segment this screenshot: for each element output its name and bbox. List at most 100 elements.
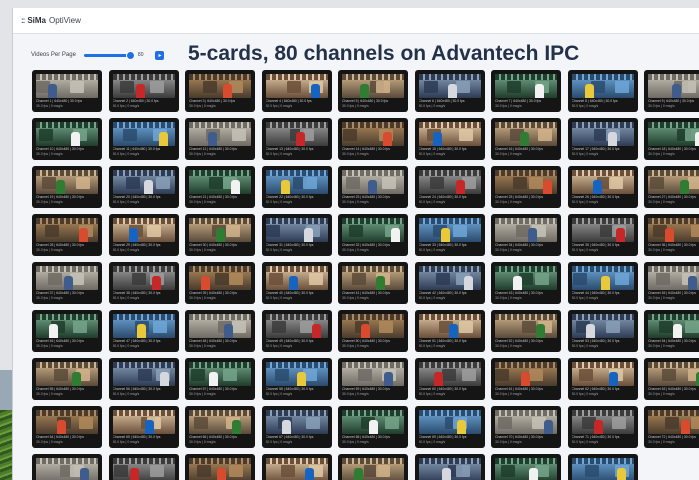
video-tile[interactable]: Channel 17 | 640x480 | 30.0 fps 30.0 fps …	[567, 118, 638, 160]
video-tile[interactable]: Channel 14 | 640x480 | 30.0 fps 30.0 fps …	[338, 118, 408, 160]
video-tile[interactable]: Channel 27 | 640x480 | 30.0 fps 30.0 fps …	[644, 166, 699, 208]
video-tile[interactable]: Channel 52 | 640x480 | 30.0 fps 30.0 fps …	[491, 310, 561, 352]
video-tile[interactable]: Channel 53 | 640x480 | 30.0 fps 30.0 fps …	[567, 310, 638, 352]
channel-caption: Channel 56 | 640x480 | 30.0 fps	[112, 387, 161, 391]
video-tile[interactable]: Channel 54 | 640x480 | 30.0 fps 30.0 fps …	[644, 310, 699, 352]
video-tile[interactable]: Channel 38 | 640x480 | 30.0 fps 30.0 fps …	[108, 262, 179, 304]
video-tile[interactable]: Channel 62 | 640x480 | 30.0 fps 30.0 fps …	[567, 358, 638, 400]
video-tile[interactable]: Channel 46 | 640x480 | 30.0 fps 30.0 fps …	[32, 310, 102, 352]
video-tile[interactable]: Channel 68 | 640x480 | 30.0 fps 30.0 fps …	[338, 406, 408, 448]
video-tile[interactable]: Channel 69 | 640x480 | 30.0 fps 30.0 fps …	[414, 406, 485, 448]
video-tile[interactable]: Channel 15 | 640x480 | 30.0 fps 30.0 fps …	[414, 118, 485, 160]
channel-stats: 30.0 fps | 0 msg/s	[265, 440, 293, 445]
video-tile[interactable]: Channel 5 | 640x480 | 30.0 fps 30.0 fps |…	[338, 70, 408, 112]
slider-thumb[interactable]	[125, 50, 135, 60]
video-tile[interactable]: Channel 23 | 640x480 | 30.0 fps 30.0 fps …	[338, 166, 408, 208]
video-tile[interactable]: Channel 26 | 640x480 | 30.0 fps 30.0 fps …	[567, 166, 638, 208]
video-tile[interactable]: Channel 49 | 640x480 | 30.0 fps 30.0 fps …	[261, 310, 332, 352]
video-tile[interactable]: Channel 32 | 640x480 | 30.0 fps 30.0 fps …	[338, 214, 408, 256]
video-tile[interactable]: Channel 61 | 640x480 | 30.0 fps 30.0 fps …	[491, 358, 561, 400]
video-tile[interactable]: Channel 67 | 640x480 | 30.0 fps 30.0 fps …	[261, 406, 332, 448]
channel-stats: 30.0 fps | 0 msg/s	[342, 296, 369, 301]
video-tile[interactable]: Channel 2 | 640x480 | 30.0 fps 30.0 fps |…	[108, 70, 179, 112]
video-tile[interactable]: Channel 9 | 640x480 | 30.0 fps 30.0 fps |…	[644, 70, 699, 112]
video-tile[interactable]: Channel 19 | 640x480 | 30.0 fps 30.0 fps …	[32, 166, 102, 208]
video-thumbnail	[342, 314, 404, 338]
channel-stats: 30.0 fps | 0 msg/s	[418, 296, 446, 301]
video-tile[interactable]: Channel 77 | 640x480 | 30.0 fps30.0 fps …	[338, 454, 408, 480]
video-thumbnail	[495, 410, 557, 434]
channel-caption: Channel 21 | 640x480 | 30.0 fps	[189, 195, 237, 199]
app-name: OptiView	[49, 16, 81, 25]
video-tile[interactable]: Channel 8 | 640x480 | 30.0 fps 30.0 fps |…	[567, 70, 638, 112]
channel-caption: Channel 46 | 640x480 | 30.0 fps	[36, 339, 84, 343]
video-tile[interactable]: Channel 78 | 640x480 | 30.0 fps30.0 fps …	[414, 454, 485, 480]
video-tile[interactable]: Channel 12 | 640x480 | 30.0 fps 30.0 fps …	[185, 118, 255, 160]
video-tile[interactable]: Channel 66 | 640x480 | 30.0 fps 30.0 fps …	[185, 406, 255, 448]
background-plant	[0, 410, 12, 480]
video-tile[interactable]: Channel 42 | 640x480 | 30.0 fps 30.0 fps …	[414, 262, 485, 304]
video-tile[interactable]: Channel 80 | 640x480 | 30.0 fps30.0 fps …	[567, 454, 638, 480]
video-tile[interactable]: Channel 39 | 640x480 | 30.0 fps 30.0 fps …	[185, 262, 255, 304]
sima-logo[interactable]: :: SiMa OptiView	[21, 16, 81, 25]
video-tile[interactable]: Channel 45 | 640x480 | 30.0 fps 30.0 fps …	[644, 262, 699, 304]
video-tile[interactable]: Channel 63 | 640x480 | 30.0 fps 30.0 fps …	[644, 358, 699, 400]
video-tile[interactable]: Channel 36 | 640x480 | 30.0 fps 30.0 fps …	[644, 214, 699, 256]
video-tile[interactable]: Channel 31 | 640x480 | 30.0 fps 30.0 fps …	[261, 214, 332, 256]
video-tile[interactable]: Channel 75 | 640x480 | 30.0 fps30.0 fps …	[185, 454, 255, 480]
video-tile[interactable]: Channel 30 | 640x480 | 30.0 fps 30.0 fps …	[185, 214, 255, 256]
video-thumbnail	[571, 170, 634, 194]
video-tile[interactable]: Channel 35 | 640x480 | 30.0 fps 30.0 fps …	[567, 214, 638, 256]
video-tile[interactable]: Channel 48 | 640x480 | 30.0 fps 30.0 fps …	[185, 310, 255, 352]
video-tile[interactable]: Channel 57 | 640x480 | 30.0 fps 30.0 fps …	[185, 358, 255, 400]
video-tile[interactable]: Channel 3 | 640x480 | 30.0 fps 30.0 fps |…	[185, 70, 255, 112]
video-tile[interactable]: Channel 51 | 640x480 | 30.0 fps 30.0 fps …	[414, 310, 485, 352]
video-tile[interactable]: Channel 7 | 640x480 | 30.0 fps 30.0 fps |…	[491, 70, 561, 112]
video-tile[interactable]: Channel 71 | 640x480 | 30.0 fps 30.0 fps …	[567, 406, 638, 448]
video-tile[interactable]: Channel 72 | 640x480 | 30.0 fps 30.0 fps …	[644, 406, 699, 448]
video-tile[interactable]: Channel 33 | 640x480 | 30.0 fps 30.0 fps …	[414, 214, 485, 256]
video-tile[interactable]: Channel 29 | 640x480 | 30.0 fps 30.0 fps …	[108, 214, 179, 256]
video-tile[interactable]: Channel 56 | 640x480 | 30.0 fps 30.0 fps …	[108, 358, 179, 400]
channel-caption: Channel 49 | 640x480 | 30.0 fps	[265, 339, 314, 343]
video-tile[interactable]: Channel 18 | 640x480 | 30.0 fps 30.0 fps …	[644, 118, 699, 160]
video-tile[interactable]: Channel 4 | 640x480 | 30.0 fps 30.0 fps |…	[261, 70, 332, 112]
video-thumbnail	[265, 362, 328, 386]
video-tile[interactable]: Channel 6 | 640x480 | 30.0 fps 30.0 fps |…	[414, 70, 485, 112]
video-tile[interactable]: Channel 40 | 640x480 | 30.0 fps 30.0 fps …	[261, 262, 332, 304]
video-tile[interactable]: Channel 70 | 640x480 | 30.0 fps 30.0 fps …	[491, 406, 561, 448]
video-tile[interactable]: Channel 13 | 640x480 | 30.0 fps 30.0 fps …	[261, 118, 332, 160]
video-tile[interactable]: Channel 79 | 640x480 | 30.0 fps30.0 fps …	[491, 454, 561, 480]
video-tile[interactable]: Channel 11 | 640x480 | 30.0 fps 30.0 fps …	[108, 118, 179, 160]
video-tile[interactable]: Channel 37 | 640x480 | 30.0 fps 30.0 fps …	[32, 262, 102, 304]
video-tile[interactable]: Channel 22 | 640x480 | 30.0 fps 30.0 fps …	[261, 166, 332, 208]
video-tile[interactable]: Channel 64 | 640x480 | 30.0 fps 30.0 fps …	[32, 406, 102, 448]
video-tile[interactable]: Channel 34 | 640x480 | 30.0 fps 30.0 fps …	[491, 214, 561, 256]
video-tile[interactable]: Channel 41 | 640x480 | 30.0 fps 30.0 fps …	[338, 262, 408, 304]
video-tile[interactable]: Channel 44 | 640x480 | 30.0 fps 30.0 fps …	[567, 262, 638, 304]
video-tile[interactable]: Channel 28 | 640x480 | 30.0 fps 30.0 fps …	[32, 214, 102, 256]
video-tile[interactable]: Channel 1 | 640x480 | 30.0 fps 30.0 fps |…	[32, 70, 102, 112]
video-tile[interactable]: Channel 47 | 640x480 | 30.0 fps 30.0 fps …	[108, 310, 179, 352]
video-tile[interactable]: Channel 43 | 640x480 | 30.0 fps 30.0 fps …	[491, 262, 561, 304]
video-tile[interactable]: Channel 25 | 640x480 | 30.0 fps 30.0 fps …	[491, 166, 561, 208]
channel-stats: 30.0 fps | 0 msg/s	[189, 344, 216, 349]
video-tile[interactable]: Channel 60 | 640x480 | 30.0 fps 30.0 fps …	[414, 358, 485, 400]
videos-per-page-slider[interactable]	[83, 50, 135, 60]
video-tile[interactable]: Channel 73 | 640x480 | 30.0 fps30.0 fps …	[32, 454, 102, 480]
apply-button[interactable]: ▸	[155, 50, 165, 60]
video-tile[interactable]: Channel 65 | 640x480 | 30.0 fps 30.0 fps …	[108, 406, 179, 448]
video-tile[interactable]: Channel 24 | 640x480 | 30.0 fps 30.0 fps …	[414, 166, 485, 208]
video-tile[interactable]: Channel 16 | 640x480 | 30.0 fps 30.0 fps …	[491, 118, 561, 160]
channel-stats: 30.0 fps | 0 msg/s	[189, 104, 216, 109]
video-tile[interactable]: Channel 21 | 640x480 | 30.0 fps 30.0 fps …	[185, 166, 255, 208]
video-tile[interactable]: Channel 74 | 640x480 | 30.0 fps30.0 fps …	[108, 454, 179, 480]
video-tile[interactable]: Channel 55 | 640x480 | 30.0 fps 30.0 fps …	[32, 358, 102, 400]
video-tile[interactable]: Channel 76 | 640x480 | 30.0 fps30.0 fps …	[261, 454, 332, 480]
video-tile[interactable]: Channel 10 | 640x480 | 30.0 fps 30.0 fps …	[32, 118, 102, 160]
video-tile[interactable]: Channel 58 | 640x480 | 30.0 fps 30.0 fps …	[261, 358, 332, 400]
video-tile[interactable]: Channel 20 | 640x480 | 30.0 fps 30.0 fps …	[108, 166, 179, 208]
channel-stats: 30.0 fps | 0 msg/s	[342, 104, 369, 109]
video-tile[interactable]: Channel 59 | 640x480 | 30.0 fps 30.0 fps …	[338, 358, 408, 400]
video-tile[interactable]: Channel 50 | 640x480 | 30.0 fps 30.0 fps …	[338, 310, 408, 352]
